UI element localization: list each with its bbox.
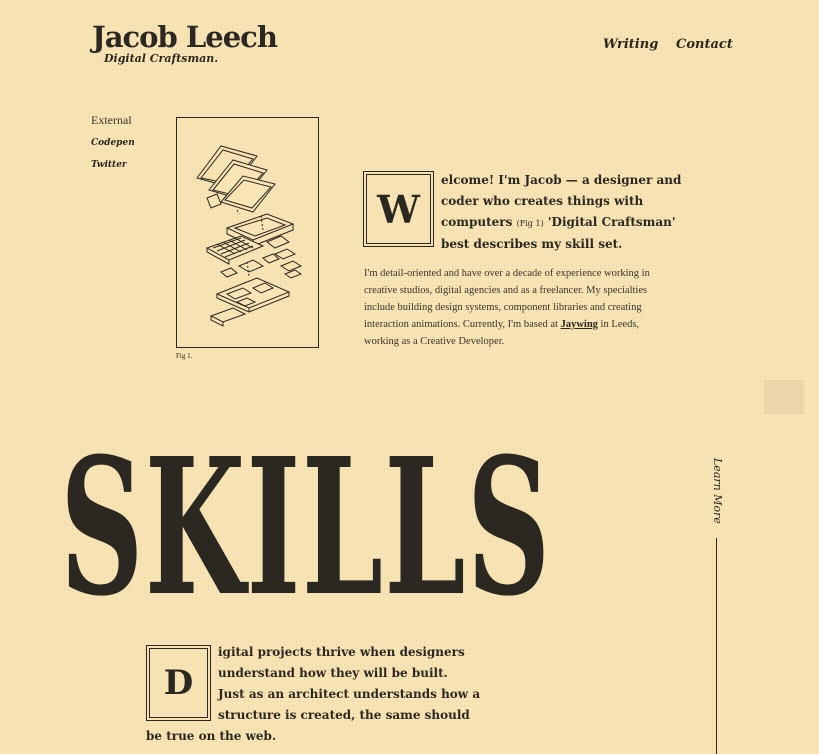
nav-contact-link[interactable]: Contact: [676, 37, 733, 53]
learn-more-label: Learn More: [711, 458, 724, 524]
intro-dropcap: W: [363, 171, 434, 247]
external-heading: External: [91, 113, 132, 127]
intro-dropcap-letter: W: [366, 174, 431, 244]
intro-lead-line: computers (Fig 1) 'Digital Craftsman': [441, 212, 676, 234]
vertical-rule: [716, 538, 717, 754]
exploded-computer-illustration: [176, 117, 319, 348]
skills-dropcap: D: [146, 645, 211, 721]
figure-reference: (Fig 1): [516, 219, 544, 228]
brand-name[interactable]: Jacob Leech: [92, 19, 278, 55]
intro-body-based-at: interaction animations. Currently, I'm b…: [364, 319, 558, 330]
nav-writing-link[interactable]: Writing: [603, 37, 658, 53]
skills-heading: SKILLS: [60, 417, 552, 638]
learn-more-link[interactable]: Learn More: [698, 458, 736, 528]
intro-body-text: I'm detail-oriented and have over a deca…: [364, 265, 666, 350]
intro-body-line: include building design systems, compone…: [364, 302, 642, 313]
intro-lead-text: elcome! I'm Jacob — a designer and coder…: [441, 170, 682, 255]
jaywing-link[interactable]: Jaywing: [561, 319, 598, 330]
faint-decoration: [764, 380, 804, 414]
intro-lead-line: elcome! I'm Jacob — a designer and: [441, 173, 682, 187]
intro-lead-craftsman: 'Digital Craftsman': [547, 215, 676, 229]
intro-lead-line: coder who creates things with: [441, 194, 644, 208]
twitter-link[interactable]: Twitter: [91, 159, 127, 171]
intro-body-in-leeds: in Leeds,: [600, 319, 640, 330]
skills-lead-line: understand how they will be built.: [218, 666, 448, 680]
skills-dropcap-letter: D: [149, 648, 208, 718]
computer-parts-drawing: [196, 145, 303, 327]
skills-lead-line: igital projects thrive when designers: [218, 645, 465, 659]
intro-body-line: working as a Creative Developer.: [364, 336, 505, 347]
intro-lead-line: best describes my skill set.: [441, 237, 623, 251]
brand-tagline: Digital Craftsman.: [104, 52, 219, 65]
intro-lead-computers: computers: [441, 215, 513, 229]
skills-lead-line: be true on the web.: [146, 729, 277, 743]
figure-caption: Fig 1.: [176, 352, 193, 360]
skills-lead-text: igital projects thrive when designers un…: [146, 642, 481, 747]
skills-lead-line: structure is created, the same should: [218, 708, 470, 722]
intro-body-line: I'm detail-oriented and have over a deca…: [364, 268, 650, 279]
codepen-link[interactable]: Codepen: [91, 137, 135, 149]
intro-body-line: interaction animations. Currently, I'm b…: [364, 316, 666, 333]
skills-lead-line: Just as an architect understands how a: [218, 687, 481, 701]
intro-body-line: creative studios, digital agencies and a…: [364, 285, 648, 296]
